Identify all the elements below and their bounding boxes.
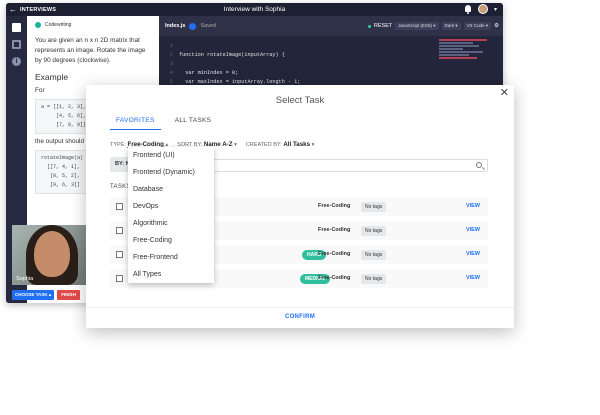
finish-button[interactable]: FINISH <box>57 290 80 300</box>
codewriting-icon <box>35 22 41 28</box>
modal-title: Select Task <box>275 95 325 106</box>
created-by-filter[interactable]: CREATED BY: All Tasks ▾ <box>246 141 315 148</box>
reset-button[interactable]: RESET <box>374 23 392 29</box>
app-name: INTERVIEWS <box>20 6 57 13</box>
task-tag-badge: No tags <box>361 202 387 212</box>
task-type: Free-Coding <box>318 275 351 281</box>
code-line: function rotateImage(inputArray) { <box>179 52 285 58</box>
window-title: Interview with Sophia <box>223 6 286 13</box>
task-type: Free-Coding <box>318 203 351 209</box>
task-tag-badge: No tags <box>361 250 387 260</box>
saved-status-icon <box>189 22 197 30</box>
save-status: Saved <box>200 23 217 29</box>
code-line: var minIndex = 0; <box>179 70 239 76</box>
type-dropdown-menu: Frontend (UI) Frontend (Dynamic) Databas… <box>128 147 214 283</box>
editor-minimap <box>439 38 499 68</box>
type-option[interactable]: DevOps <box>128 198 214 215</box>
search-icon[interactable] <box>476 162 482 168</box>
screen: ← INTERVIEWS Interview with Sophia ▾ i C… <box>0 0 600 415</box>
line-number: 4 <box>169 70 173 76</box>
task-tag: Codewriting <box>45 22 72 28</box>
video-name-label: Sophia <box>16 276 34 282</box>
type-option[interactable]: Free-Frontend <box>128 249 214 266</box>
task-checkbox[interactable] <box>116 227 123 234</box>
view-link[interactable]: VIEW <box>466 251 480 257</box>
view-link[interactable]: VIEW <box>466 203 480 209</box>
line-number: 2 <box>169 52 173 58</box>
document-icon[interactable] <box>12 23 21 32</box>
example-heading: Example <box>35 72 69 82</box>
connection-status-icon <box>367 24 371 28</box>
candidate-video: Sophia <box>12 225 92 285</box>
language-select[interactable]: JavaScript (ES6) ▾ <box>395 22 439 30</box>
view-link[interactable]: VIEW <box>466 275 480 281</box>
task-tag-badge: No tags <box>361 226 387 236</box>
task-tag-badge: No tags <box>361 274 387 284</box>
info-icon[interactable]: i <box>12 57 21 66</box>
type-option[interactable]: Frontend (Dynamic) <box>128 164 214 181</box>
view-link[interactable]: VIEW <box>466 227 480 233</box>
tab-favorites[interactable]: FAVORITES <box>110 117 161 130</box>
chevron-down-icon[interactable]: ▾ <box>494 6 497 13</box>
type-option[interactable]: Free-Coding <box>128 232 214 249</box>
theme-select[interactable]: Dark ▾ <box>441 22 461 30</box>
line-number: 3 <box>169 61 173 67</box>
back-arrow-icon[interactable]: ← <box>6 5 20 14</box>
task-prompt: You are given an n x n 2D matrix that re… <box>35 37 146 64</box>
confirm-button[interactable]: CONFIRM <box>86 314 514 320</box>
task-type: Free-Coding <box>318 251 351 257</box>
bell-icon[interactable] <box>464 4 472 14</box>
created-by-label: CREATED BY: <box>245 142 282 148</box>
user-avatar[interactable] <box>477 4 488 14</box>
editor-filename[interactable]: Index.js <box>165 23 185 29</box>
editor-header: Index.js Saved RESET JavaScript (ES6) ▾ … <box>159 16 503 36</box>
tasks-icon[interactable] <box>12 40 21 49</box>
settings-gear-icon[interactable]: ⚙ <box>494 23 499 29</box>
choose-task-button[interactable]: CHOOSE TASK ▴ <box>12 290 55 300</box>
task-checkbox[interactable] <box>116 275 123 282</box>
task-checkbox[interactable] <box>116 203 123 210</box>
modal-footer-divider <box>86 307 514 308</box>
video-person-face <box>34 231 70 277</box>
keymap-select[interactable]: VS Code ▾ <box>463 22 492 30</box>
created-by-value[interactable]: All Tasks <box>283 141 310 148</box>
tab-all-tasks[interactable]: ALL TASKS <box>175 117 212 130</box>
task-checkbox[interactable] <box>116 251 123 258</box>
top-bar: ← INTERVIEWS Interview with Sophia ▾ <box>6 3 503 16</box>
chevron-down-icon: ▾ <box>234 142 237 148</box>
type-option[interactable]: Database <box>128 181 214 198</box>
line-number: 1 <box>169 43 173 49</box>
type-option[interactable]: Algorithmic <box>128 215 214 232</box>
modal-tabs: FAVORITES ALL TASKS <box>110 117 211 130</box>
type-filter-label: TYPE: <box>110 142 126 148</box>
type-option[interactable]: Frontend (UI) <box>128 147 214 164</box>
type-option[interactable]: All Types <box>128 266 214 283</box>
chevron-down-icon: ▾ <box>311 142 315 148</box>
task-type: Free-Coding <box>318 227 351 233</box>
close-icon[interactable]: ✕ <box>500 88 509 99</box>
